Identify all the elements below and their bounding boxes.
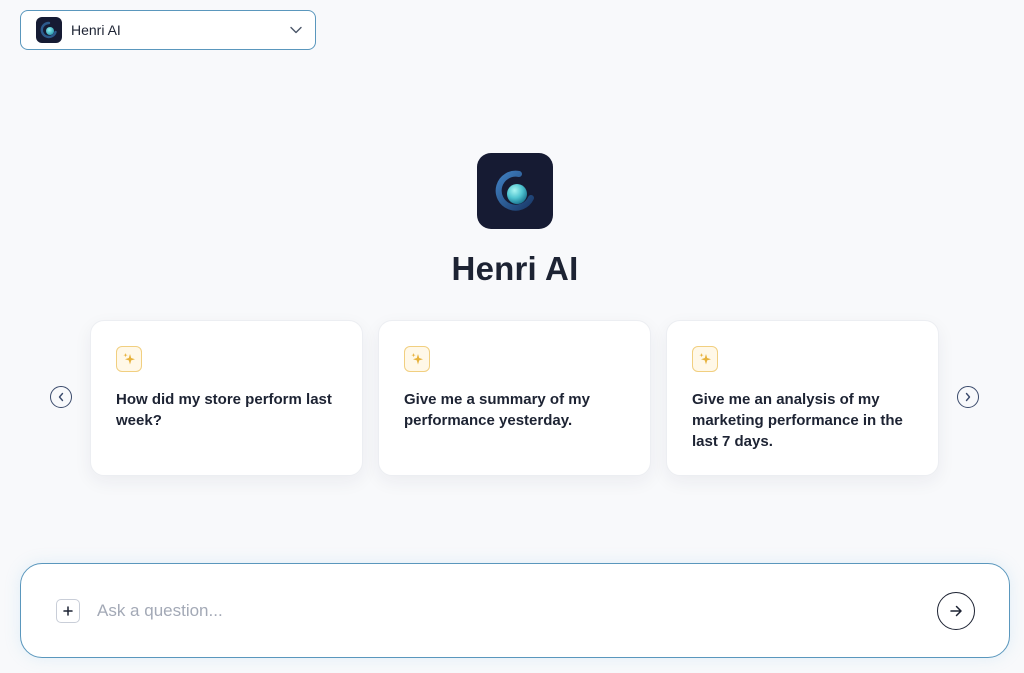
send-button[interactable] bbox=[937, 592, 975, 630]
question-composer bbox=[20, 563, 1010, 658]
sparkle-icon bbox=[692, 346, 718, 372]
henri-logo-icon bbox=[36, 17, 62, 43]
carousel-next-button[interactable] bbox=[957, 386, 979, 408]
page-title: Henri AI bbox=[451, 250, 579, 287]
henri-ai-page: Henri AI Henri AI How did my store perfo… bbox=[0, 0, 1024, 673]
arrow-right-icon bbox=[949, 604, 963, 618]
suggestion-text: How did my store perform last week? bbox=[116, 391, 332, 429]
suggestion-text: Give me an analysis of my marketing perf… bbox=[692, 391, 903, 450]
henri-logo-icon bbox=[477, 153, 553, 229]
chevron-down-icon bbox=[289, 23, 303, 37]
agent-selector-dropdown[interactable]: Henri AI bbox=[20, 10, 316, 50]
question-input[interactable] bbox=[97, 594, 897, 628]
attach-button[interactable] bbox=[56, 599, 80, 623]
sparkle-icon bbox=[404, 346, 430, 372]
agent-selector-label: Henri AI bbox=[71, 22, 121, 38]
plus-icon bbox=[63, 606, 73, 616]
suggestion-card[interactable]: How did my store perform last week? bbox=[90, 320, 363, 476]
suggestion-card[interactable]: Give me a summary of my performance yest… bbox=[378, 320, 651, 476]
suggestion-card[interactable]: Give me an analysis of my marketing perf… bbox=[666, 320, 939, 476]
carousel-prev-button[interactable] bbox=[50, 386, 72, 408]
chevron-right-icon bbox=[964, 392, 972, 402]
suggestion-text: Give me a summary of my performance yest… bbox=[404, 391, 590, 429]
chevron-left-icon bbox=[57, 392, 65, 402]
sparkle-icon bbox=[116, 346, 142, 372]
